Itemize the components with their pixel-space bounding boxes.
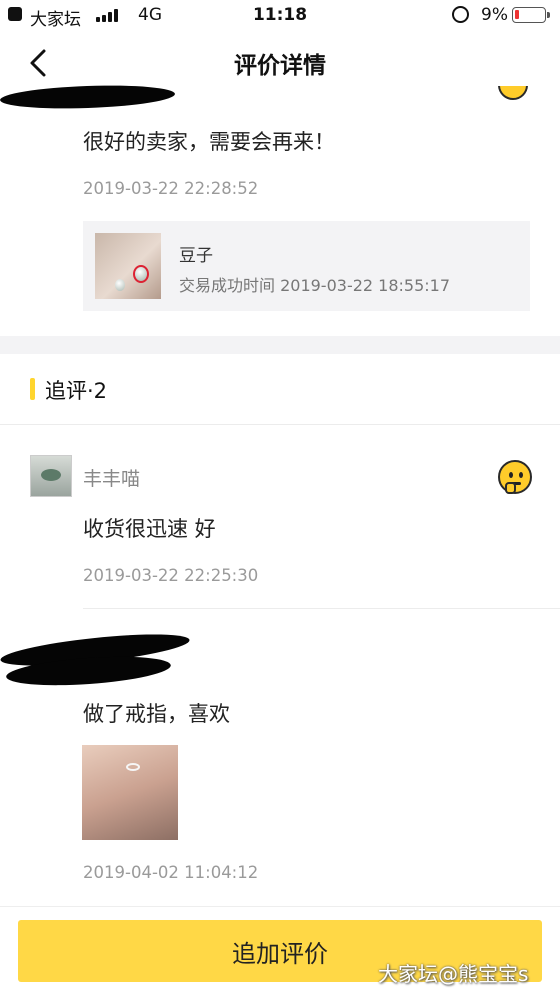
section-gap xyxy=(0,336,560,354)
rotation-lock-icon xyxy=(452,6,469,23)
product-thumbnail xyxy=(95,233,161,299)
thinking-emoji-icon xyxy=(498,86,528,104)
follow-up-content: 收货很迅速 好 xyxy=(83,517,216,541)
transaction-time: 交易成功时间 2019-03-22 18:55:17 xyxy=(179,276,451,295)
thinking-emoji-icon xyxy=(498,460,532,494)
clock: 11:18 xyxy=(252,5,308,25)
battery-percent: 9% xyxy=(481,5,508,25)
avatar[interactable] xyxy=(30,455,72,497)
review-content: 很好的卖家，需要会再来！ xyxy=(83,130,335,154)
section-accent-bar xyxy=(30,378,35,400)
follow-up-date: 2019-03-22 22:25:30 xyxy=(83,566,259,585)
redacted-username xyxy=(0,82,176,112)
battery-icon xyxy=(512,7,550,23)
review-date: 2019-03-22 22:28:52 xyxy=(83,179,259,198)
divider xyxy=(0,424,560,425)
follow-up-title: 追评·2 xyxy=(45,379,108,403)
follow-up-date: 2019-04-02 11:04:12 xyxy=(83,863,259,882)
order-card[interactable]: 豆子 交易成功时间 2019-03-22 18:55:17 xyxy=(83,221,530,311)
status-bar: 大家坛 4G 11:18 9% xyxy=(0,0,560,32)
watermark: 大家坛@熊宝宝s xyxy=(378,962,529,986)
review-photo[interactable] xyxy=(82,745,178,840)
product-name: 豆子 xyxy=(179,246,213,266)
page-title: 评价详情 xyxy=(234,53,326,79)
divider xyxy=(83,608,560,609)
username[interactable]: 丰丰喵 xyxy=(83,464,140,491)
follow-up-content: 做了戒指，喜欢 xyxy=(83,702,230,726)
